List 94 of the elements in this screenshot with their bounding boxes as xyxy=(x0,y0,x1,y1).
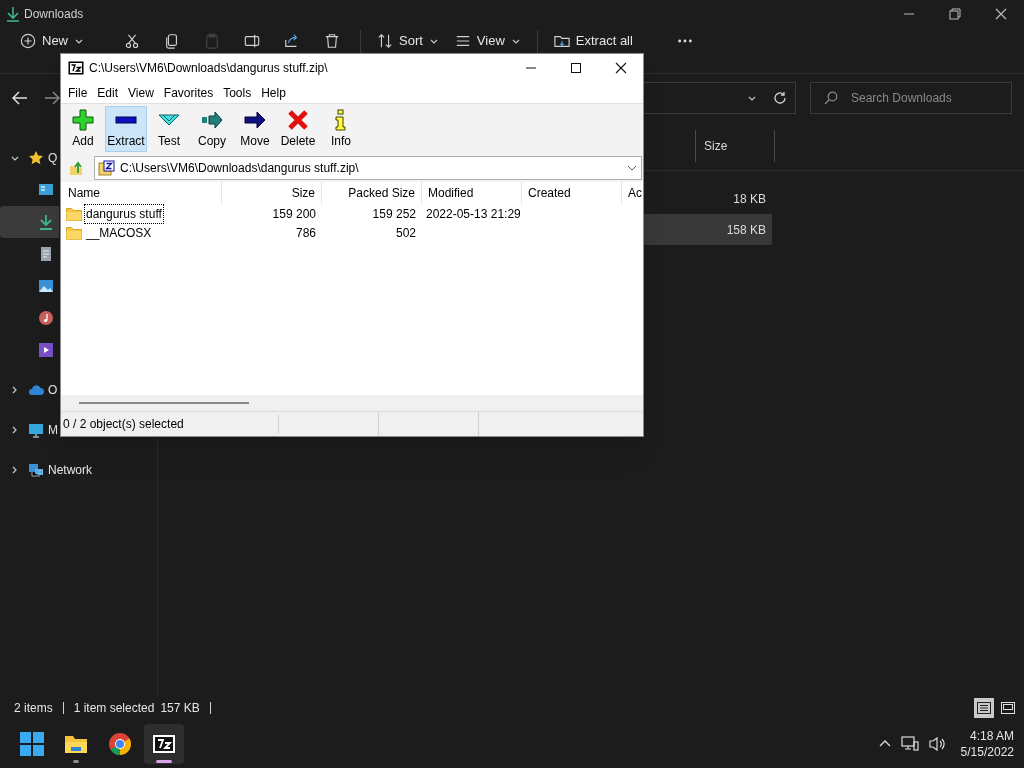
plus-icon xyxy=(72,108,94,131)
tiles-icon xyxy=(1001,701,1015,714)
menu-item[interactable]: Edit xyxy=(92,82,124,103)
maximize-icon xyxy=(569,62,582,74)
clock-button[interactable]: 4:18 AM 5/15/2022 xyxy=(960,728,1014,760)
toolbar-button[interactable]: Move xyxy=(234,106,276,152)
video-icon xyxy=(38,342,54,358)
column-header[interactable]: Packed Size xyxy=(322,182,422,204)
zip-file-icon xyxy=(98,160,116,176)
new-button[interactable]: New xyxy=(12,30,92,52)
view-button[interactable]: View xyxy=(446,30,529,52)
menu-item[interactable]: File xyxy=(63,82,93,103)
toolbar-button[interactable]: Info xyxy=(320,106,362,152)
rename-icon xyxy=(244,33,260,49)
close-icon xyxy=(995,8,1007,20)
path-combobox[interactable]: C:\Users\VM6\Downloads\dangurus stuff.zip\ xyxy=(94,156,642,180)
taskbar-button[interactable] xyxy=(144,724,184,764)
windows-icon xyxy=(20,732,44,756)
toolbar-button[interactable]: Copy xyxy=(191,106,233,152)
cloud-icon xyxy=(28,382,44,398)
star-icon xyxy=(28,150,44,166)
desktop-icon xyxy=(38,182,54,198)
nav-label[interactable]: Q xyxy=(48,149,58,167)
column-header[interactable]: Size xyxy=(222,182,322,204)
nav-label[interactable]: M xyxy=(48,421,58,439)
up-arrow-icon xyxy=(69,160,85,176)
size-cell-text: 502 xyxy=(395,225,416,243)
toolbar-button[interactable]: Test xyxy=(148,106,190,152)
nav-label[interactable]: Network xyxy=(48,461,92,479)
status-text: 2 items xyxy=(14,699,53,717)
search-icon xyxy=(824,91,838,105)
column-header[interactable]: Size xyxy=(695,130,775,162)
cross-icon xyxy=(287,108,309,131)
menu-item[interactable]: Tools xyxy=(218,82,257,103)
window-title: Downloads xyxy=(24,6,84,23)
file-name[interactable]: __MACOSX xyxy=(84,223,154,244)
trash-icon xyxy=(324,33,340,49)
size-cell-text: 159 200 xyxy=(272,205,316,223)
status-text: 1 item selected xyxy=(73,699,155,717)
list-icon xyxy=(977,701,991,714)
toolbar-button[interactable]: Add xyxy=(62,106,104,152)
share-icon xyxy=(284,33,300,49)
menu-item[interactable]: Favorites xyxy=(158,82,219,103)
menu-item[interactable]: View xyxy=(123,82,159,103)
size-cell-text: 159 252 xyxy=(372,205,416,223)
toolbar-button[interactable]: Delete xyxy=(277,106,319,152)
chrome-icon xyxy=(108,732,132,756)
toolbar-button[interactable]: Extract xyxy=(105,106,147,152)
column-header[interactable]: Created xyxy=(522,182,622,204)
search-field[interactable]: Search Downloads xyxy=(810,82,1012,114)
folder-icon xyxy=(66,206,82,221)
scrollbar-thumb[interactable] xyxy=(79,402,249,404)
size-cell-text: 158 KB xyxy=(726,221,766,239)
menu-item[interactable]: Help xyxy=(256,82,291,103)
column-header[interactable]: Modified xyxy=(422,182,522,204)
network-icon[interactable] xyxy=(900,736,919,752)
add-icon xyxy=(20,33,36,49)
back-arrow-icon[interactable] xyxy=(12,91,28,105)
download-icon xyxy=(6,6,20,22)
archive-app-icon xyxy=(152,732,176,756)
file-name[interactable]: dangurus stuff xyxy=(84,203,164,224)
horizontal-scrollbar[interactable] xyxy=(61,395,643,411)
nav-item[interactable] xyxy=(0,206,59,238)
window-title: C:\Users\VM6\Downloads\dangurus stuff.zip\ xyxy=(89,60,328,77)
status-text: 0 / 2 object(s) selected xyxy=(61,415,279,433)
scissors-icon xyxy=(124,33,140,49)
restore-icon xyxy=(949,8,961,20)
download-icon xyxy=(38,214,54,230)
details-view-button[interactable] xyxy=(974,697,994,718)
document-icon xyxy=(38,246,54,262)
folder-icon xyxy=(553,33,570,49)
extract-button[interactable]: Extract all xyxy=(545,30,641,52)
monitor-icon xyxy=(28,422,44,438)
close-icon xyxy=(614,62,627,74)
network-icon xyxy=(28,462,44,478)
column-header[interactable]: Name xyxy=(62,182,222,204)
chevron-down-icon xyxy=(627,163,637,173)
size-cell-text: 786 xyxy=(295,225,316,243)
picture-icon xyxy=(38,278,54,294)
archive-app-icon xyxy=(68,61,84,75)
folder-icon xyxy=(66,226,82,241)
status-text: 157 KB xyxy=(160,699,200,717)
copy-icon xyxy=(164,33,180,49)
column-header[interactable]: Ac xyxy=(622,182,643,204)
refresh-icon[interactable] xyxy=(773,91,787,105)
sort-button[interactable]: Sort xyxy=(369,30,447,52)
forward-arrow-icon[interactable] xyxy=(44,91,60,105)
view-icon xyxy=(454,33,471,49)
volume-icon[interactable] xyxy=(928,736,947,752)
date-cell-text: 2022-05-13 21:29 xyxy=(426,205,521,223)
clipboard-icon xyxy=(204,33,220,49)
music-icon xyxy=(38,310,54,326)
nav-label[interactable]: O xyxy=(48,381,58,399)
sort-icon xyxy=(377,33,393,49)
